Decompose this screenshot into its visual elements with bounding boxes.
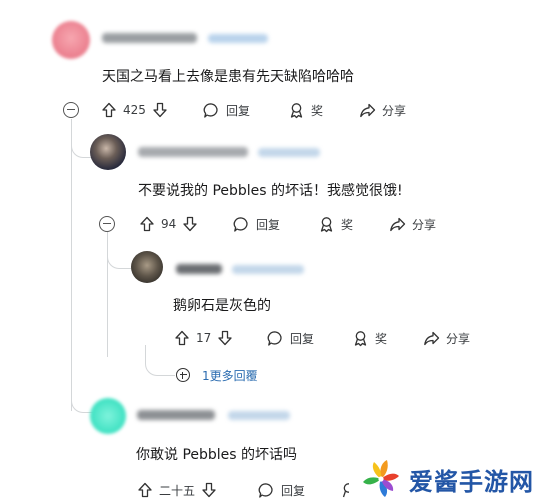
share-button[interactable]: 分享 (423, 327, 470, 349)
vote-count: 二十五 (159, 483, 196, 498)
thread-curve-more (145, 345, 175, 376)
avatar[interactable] (131, 251, 163, 283)
thread-curve-reply-4 (71, 370, 94, 413)
reply-label: 回复 (256, 217, 281, 232)
pinwheel-icon (361, 458, 401, 504)
share-icon (423, 330, 440, 347)
share-button[interactable]: 分享 (359, 99, 406, 121)
username-blurred (102, 33, 197, 43)
vote-group: 17 (174, 327, 233, 349)
award-button[interactable]: 奖 (288, 99, 323, 121)
upvote-icon[interactable] (137, 482, 153, 498)
reply-label: 回复 (226, 103, 251, 118)
username-blurred (176, 264, 222, 274)
expand-replies-icon[interactable] (176, 368, 190, 382)
timestamp-blurred (208, 34, 268, 43)
reply-icon (203, 102, 220, 119)
share-icon (389, 216, 406, 233)
collapse-thread-button[interactable] (63, 102, 79, 118)
reply-button[interactable]: 回复 (258, 479, 305, 501)
share-label: 分享 (446, 331, 471, 346)
award-button[interactable]: 奖 (318, 213, 353, 235)
share-button[interactable]: 分享 (389, 213, 436, 235)
vote-group: 94 (139, 213, 198, 235)
reply-label: 回复 (290, 331, 315, 346)
reply-button[interactable]: 回复 (203, 99, 250, 121)
more-replies-link[interactable]: 1更多回覆 (202, 367, 258, 384)
avatar[interactable] (90, 134, 126, 170)
award-label: 奖 (341, 217, 354, 232)
timestamp-blurred (232, 265, 304, 274)
vote-count: 425 (123, 103, 146, 117)
downvote-icon[interactable] (182, 216, 198, 232)
reply-label: 回复 (281, 483, 306, 498)
timestamp-blurred (258, 148, 320, 157)
vote-count: 17 (196, 331, 212, 345)
reply-icon (258, 482, 275, 499)
vote-count: 94 (161, 217, 177, 231)
downvote-icon[interactable] (217, 330, 233, 346)
award-icon (352, 330, 369, 347)
award-label: 奖 (311, 103, 324, 118)
upvote-icon[interactable] (101, 102, 117, 118)
award-button[interactable]: 奖 (352, 327, 387, 349)
watermark-text: 爱酱手游网 (409, 468, 534, 496)
vote-group: 二十五 (137, 479, 217, 501)
comment-text: 你敢说 Pebbles 的坏话吗 (136, 447, 298, 463)
downvote-icon[interactable] (201, 482, 217, 498)
award-icon (318, 216, 335, 233)
share-label: 分享 (412, 217, 437, 232)
reply-button[interactable]: 回复 (267, 327, 314, 349)
avatar[interactable] (90, 398, 126, 434)
share-label: 分享 (382, 103, 407, 118)
comment-text: 天国之马看上去像是患有先天缺陷哈哈哈 (102, 69, 354, 85)
thread-curve-reply-2 (107, 229, 132, 269)
collapse-thread-button[interactable] (99, 216, 115, 232)
comment-text: 鹅卵石是灰色的 (173, 298, 271, 314)
share-icon (359, 102, 376, 119)
thread-line-level-1 (71, 119, 72, 411)
username-blurred (138, 147, 248, 157)
avatar[interactable] (52, 21, 90, 59)
upvote-icon[interactable] (139, 216, 155, 232)
vote-group: 425 (101, 99, 168, 121)
award-label: 奖 (375, 331, 388, 346)
reply-button[interactable]: 回复 (233, 213, 280, 235)
award-icon (288, 102, 305, 119)
upvote-icon[interactable] (174, 330, 190, 346)
downvote-icon[interactable] (152, 102, 168, 118)
reply-icon (267, 330, 284, 347)
username-blurred (137, 410, 215, 420)
reply-icon (233, 216, 250, 233)
timestamp-blurred (228, 411, 290, 420)
comment-text: 不要说我的 Pebbles 的坏话！我感觉很饿! (138, 183, 403, 199)
